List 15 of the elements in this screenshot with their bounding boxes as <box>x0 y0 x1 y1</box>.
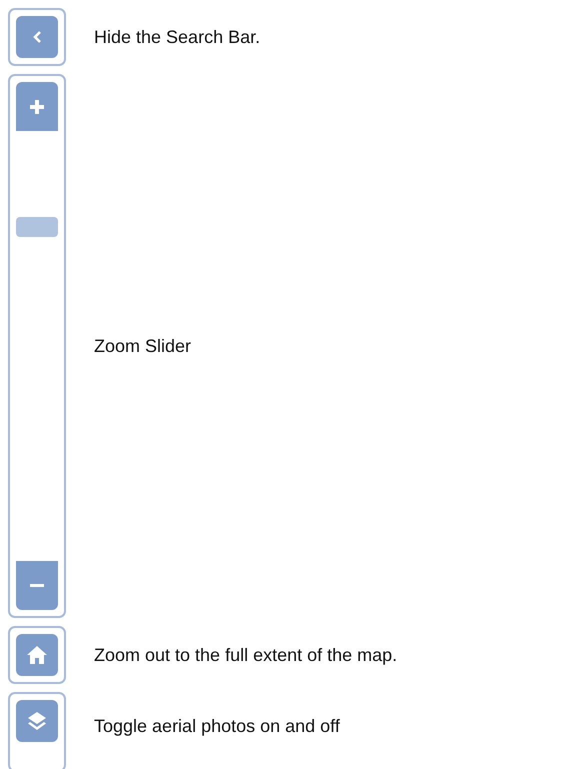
zoom-out-button[interactable] <box>16 561 58 610</box>
layers-button[interactable] <box>16 700 58 742</box>
chevron-left-icon <box>32 30 42 44</box>
slider-thumb[interactable] <box>16 217 58 238</box>
collapse-button[interactable] <box>16 16 58 58</box>
layers-icon <box>26 710 48 732</box>
zoom-in-button[interactable] <box>16 82 58 131</box>
plus-icon <box>30 100 44 114</box>
description-text: Zoom out to the full extent of the map. <box>94 644 398 666</box>
description-text: Hide the Search Bar. <box>94 26 260 48</box>
home-button[interactable] <box>16 634 58 676</box>
home-icon <box>26 645 48 665</box>
minus-icon <box>30 584 44 588</box>
description-text: Zoom Slider <box>94 336 192 356</box>
description-text: Toggle aerial photos on and off <box>94 716 340 737</box>
